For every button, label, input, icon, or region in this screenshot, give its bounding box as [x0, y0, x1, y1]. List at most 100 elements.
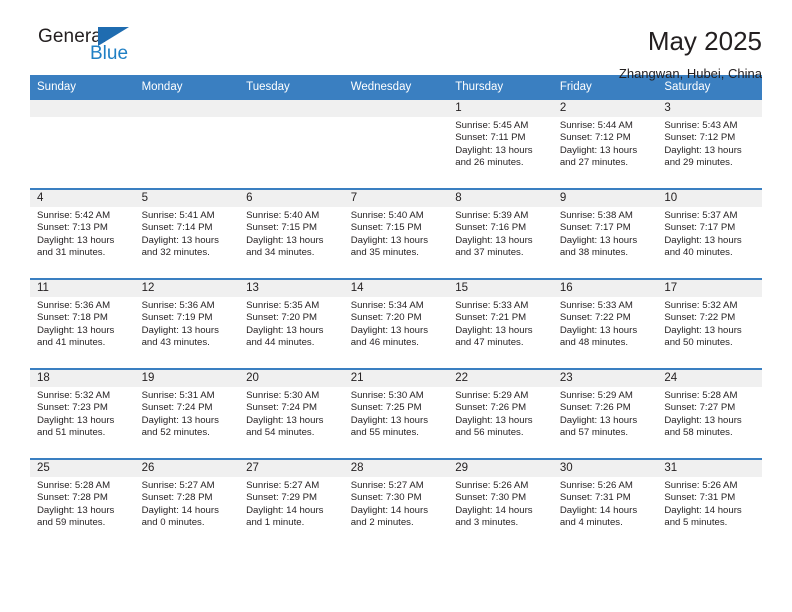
calendar-day-cell[interactable]: 16 Sunrise: 5:33 AM Sunset: 7:22 PM Dayligh…: [552, 278, 658, 369]
calendar-day-cell[interactable]: 4 Sunrise: 5:42 AM Sunset: 7:13 PM Daylight…: [30, 188, 135, 279]
calendar-day-cell[interactable]: 9 Sunrise: 5:38 AM Sunset: 7:17 PM Daylight…: [552, 188, 658, 279]
calendar-day-cell[interactable]: 6 Sunrise: 5:40 AM Sunset: 7:15 PM Daylight…: [239, 188, 344, 279]
sunrise-text: Sunrise: 5:34 AM: [350, 300, 424, 311]
daylight-text-line2: and 50 minutes.: [664, 336, 733, 348]
sunrise-text: Sunrise: 5:40 AM: [350, 210, 424, 221]
date-number: 22: [448, 370, 553, 387]
calendar-day-cell[interactable]: 20 Sunrise: 5:30 AM Sunset: 7:24 PM Dayligh…: [239, 368, 344, 459]
day-details: Sunrise: 5:26 AM Sunset: 7:31 PM Daylight:…: [553, 477, 658, 529]
day-details: Sunrise: 5:37 AM Sunset: 7:17 PM Daylight:…: [657, 207, 762, 259]
sunset-text: Sunset: 7:25 PM: [350, 402, 422, 414]
calendar-day-cell[interactable]: 17 Sunrise: 5:32 AM Sunset: 7:22 PM Dayligh…: [657, 278, 762, 369]
date-number: [30, 100, 135, 117]
sunset-text: Sunset: 7:12 PM: [559, 132, 631, 144]
sunrise-text: Sunrise: 5:29 AM: [455, 390, 529, 401]
day-details: Sunrise: 5:34 AM Sunset: 7:20 PM Daylight:…: [344, 297, 449, 349]
sunrise-text: Sunrise: 5:43 AM: [664, 120, 738, 131]
calendar-day-cell[interactable]: 10 Sunrise: 5:37 AM Sunset: 7:17 PM Dayligh…: [657, 188, 762, 279]
calendar-cell-inner: 30 Sunrise: 5:26 AM Sunset: 7:31 PM Dayligh…: [552, 460, 658, 548]
sunrise-text: Sunrise: 5:30 AM: [350, 390, 424, 401]
calendar-cell-inner: 21 Sunrise: 5:30 AM Sunset: 7:25 PM Dayligh…: [343, 370, 449, 458]
calendar-day-cell[interactable]: 22 Sunrise: 5:29 AM Sunset: 7:26 PM Dayligh…: [448, 368, 553, 459]
brand-name-blue: Blue: [90, 43, 129, 64]
calendar-week-row: 4 Sunrise: 5:42 AM Sunset: 7:13 PM Daylight…: [30, 188, 762, 279]
calendar-day-cell[interactable]: 5 Sunrise: 5:41 AM Sunset: 7:14 PM Daylight…: [134, 188, 240, 279]
sunrise-text: Sunrise: 5:32 AM: [37, 390, 111, 401]
calendar-cell-inner: 16 Sunrise: 5:33 AM Sunset: 7:22 PM Dayligh…: [552, 280, 658, 368]
calendar-day-cell[interactable]: 14 Sunrise: 5:34 AM Sunset: 7:20 PM Dayligh…: [343, 278, 449, 369]
date-number: 28: [343, 460, 449, 477]
calendar-day-cell[interactable]: 8 Sunrise: 5:39 AM Sunset: 7:16 PM Daylight…: [448, 188, 553, 279]
sunset-text: Sunset: 7:12 PM: [664, 132, 736, 144]
sunrise-text: Sunrise: 5:37 AM: [664, 210, 738, 221]
day-details: Sunrise: 5:39 AM Sunset: 7:16 PM Daylight:…: [448, 207, 553, 259]
calendar-day-cell[interactable]: 12 Sunrise: 5:36 AM Sunset: 7:19 PM Dayligh…: [134, 278, 240, 369]
daylight-text-line1: Daylight: 13 hours: [455, 414, 533, 426]
calendar-day-cell[interactable]: 24 Sunrise: 5:28 AM Sunset: 7:27 PM Dayligh…: [657, 368, 762, 459]
daylight-text-line2: and 55 minutes.: [350, 426, 419, 438]
calendar-day-cell[interactable]: 13 Sunrise: 5:35 AM Sunset: 7:20 PM Dayligh…: [239, 278, 344, 369]
daylight-text-line1: Daylight: 13 hours: [559, 144, 638, 156]
calendar-cell-inner: 17 Sunrise: 5:32 AM Sunset: 7:22 PM Dayligh…: [657, 280, 762, 368]
sunset-text: Sunset: 7:20 PM: [350, 312, 422, 324]
calendar-day-cell[interactable]: 1 Sunrise: 5:45 AM Sunset: 7:11 PM Daylight…: [448, 98, 553, 189]
daylight-text-line2: and 2 minutes.: [350, 516, 414, 528]
calendar-cell-inner: [134, 100, 240, 188]
day-details: Sunrise: 5:42 AM Sunset: 7:13 PM Daylight:…: [30, 207, 135, 259]
daylight-text-line2: and 44 minutes.: [246, 336, 315, 348]
calendar-day-cell[interactable]: 23 Sunrise: 5:29 AM Sunset: 7:26 PM Dayligh…: [552, 368, 658, 459]
day-details: Sunrise: 5:30 AM Sunset: 7:24 PM Daylight:…: [239, 387, 344, 439]
date-number: 17: [657, 280, 762, 297]
calendar-week-row: 11 Sunrise: 5:36 AM Sunset: 7:18 PM Dayligh…: [30, 278, 762, 369]
day-details: Sunrise: 5:26 AM Sunset: 7:30 PM Daylight:…: [448, 477, 553, 529]
sunrise-text: Sunrise: 5:45 AM: [455, 120, 529, 131]
daylight-text-line2: and 32 minutes.: [141, 246, 210, 258]
daylight-text-line2: and 31 minutes.: [37, 246, 106, 258]
calendar-day-cell[interactable]: 11 Sunrise: 5:36 AM Sunset: 7:18 PM Dayligh…: [30, 278, 135, 369]
sunrise-text: Sunrise: 5:42 AM: [37, 210, 111, 221]
calendar-day-cell[interactable]: 3 Sunrise: 5:43 AM Sunset: 7:12 PM Daylight…: [657, 98, 762, 189]
calendar-day-cell[interactable]: 31 Sunrise: 5:26 AM Sunset: 7:31 PM Dayligh…: [657, 458, 762, 548]
calendar-day-cell[interactable]: 30 Sunrise: 5:26 AM Sunset: 7:31 PM Dayligh…: [552, 458, 658, 548]
sunset-text: Sunset: 7:17 PM: [664, 222, 736, 234]
calendar-day-cell[interactable]: 18 Sunrise: 5:32 AM Sunset: 7:23 PM Dayligh…: [30, 368, 135, 459]
day-details: Sunrise: 5:45 AM Sunset: 7:11 PM Daylight:…: [448, 117, 553, 169]
calendar-day-cell[interactable]: 19 Sunrise: 5:31 AM Sunset: 7:24 PM Dayligh…: [134, 368, 240, 459]
daylight-text-line1: Daylight: 13 hours: [350, 324, 429, 336]
weekday-header-wednesday: Wednesday: [343, 75, 449, 99]
calendar-day-cell[interactable]: 27 Sunrise: 5:27 AM Sunset: 7:29 PM Dayligh…: [239, 458, 344, 548]
sunset-text: Sunset: 7:27 PM: [664, 402, 736, 414]
calendar-cell-inner: 18 Sunrise: 5:32 AM Sunset: 7:23 PM Dayligh…: [30, 370, 135, 458]
daylight-text-line1: Daylight: 13 hours: [246, 234, 324, 246]
sunrise-text: Sunrise: 5:28 AM: [37, 480, 111, 491]
sunrise-text: Sunrise: 5:27 AM: [141, 480, 215, 491]
daylight-text-line1: Daylight: 13 hours: [246, 414, 324, 426]
weekday-header-tuesday: Tuesday: [239, 75, 344, 99]
sunrise-text: Sunrise: 5:36 AM: [37, 300, 111, 311]
sunrise-text: Sunrise: 5:26 AM: [664, 480, 738, 491]
date-number: [343, 100, 449, 117]
day-details: Sunrise: 5:30 AM Sunset: 7:25 PM Daylight:…: [344, 387, 449, 439]
sunrise-text: Sunrise: 5:41 AM: [141, 210, 215, 221]
calendar-day-cell[interactable]: 15 Sunrise: 5:33 AM Sunset: 7:21 PM Dayligh…: [448, 278, 553, 369]
date-number: 31: [657, 460, 762, 477]
daylight-text-line2: and 41 minutes.: [37, 336, 106, 348]
daylight-text-line2: and 51 minutes.: [37, 426, 106, 438]
weekday-header-monday: Monday: [134, 75, 240, 99]
calendar-day-cell[interactable]: 28 Sunrise: 5:27 AM Sunset: 7:30 PM Dayligh…: [343, 458, 449, 548]
day-details: Sunrise: 5:40 AM Sunset: 7:15 PM Daylight:…: [344, 207, 449, 259]
date-number: 15: [448, 280, 553, 297]
daylight-text-line2: and 5 minutes.: [664, 516, 728, 528]
calendar-week-row: 18 Sunrise: 5:32 AM Sunset: 7:23 PM Dayligh…: [30, 368, 762, 459]
calendar-day-cell[interactable]: 25 Sunrise: 5:28 AM Sunset: 7:28 PM Dayligh…: [30, 458, 135, 548]
brand-logo[interactable]: General Blue: [30, 26, 170, 74]
calendar-cell-inner: 31 Sunrise: 5:26 AM Sunset: 7:31 PM Dayligh…: [657, 460, 762, 548]
calendar-day-cell[interactable]: 7 Sunrise: 5:40 AM Sunset: 7:15 PM Daylight…: [343, 188, 449, 279]
calendar-day-cell[interactable]: 21 Sunrise: 5:30 AM Sunset: 7:25 PM Dayligh…: [343, 368, 449, 459]
sunrise-text: Sunrise: 5:33 AM: [455, 300, 529, 311]
calendar-day-cell[interactable]: 29 Sunrise: 5:26 AM Sunset: 7:30 PM Dayligh…: [448, 458, 553, 548]
daylight-text-line1: Daylight: 14 hours: [141, 504, 219, 516]
calendar-day-cell[interactable]: 2 Sunrise: 5:44 AM Sunset: 7:12 PM Daylight…: [552, 98, 658, 189]
calendar-day-cell[interactable]: 26 Sunrise: 5:27 AM Sunset: 7:28 PM Dayligh…: [134, 458, 240, 548]
sunset-text: Sunset: 7:15 PM: [350, 222, 422, 234]
